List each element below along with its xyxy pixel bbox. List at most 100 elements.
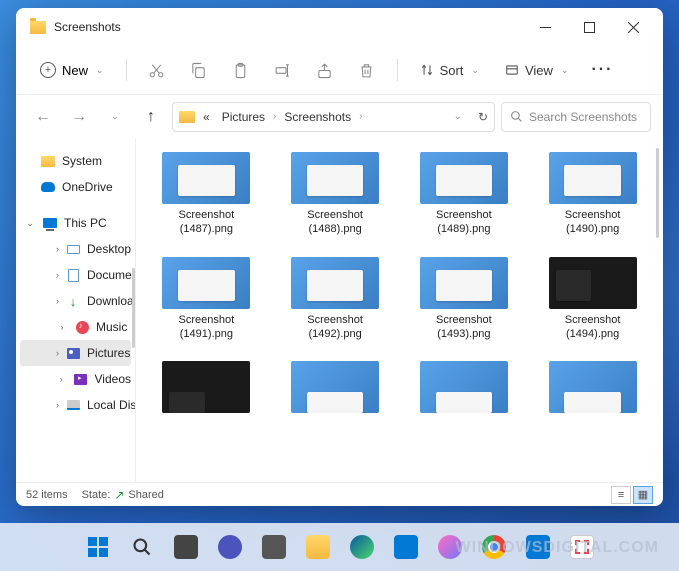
rename-button[interactable] [265, 53, 301, 87]
chevron-right-icon: › [359, 111, 362, 122]
file-explorer-window: Screenshots + New ⌄ Sort ⌄ View ⌄ ··· [16, 8, 663, 506]
file-explorer-app[interactable] [299, 528, 337, 566]
file-name: Screenshot(1493).png [436, 313, 492, 342]
address-row: ← → ⌄ ↑ « Pictures › Screenshots › ⌄ ↻ S… [16, 94, 663, 138]
delete-button[interactable] [349, 53, 385, 87]
file-item[interactable]: Screenshot(1487).png [146, 152, 267, 237]
sidebar-item-local-disk[interactable]: ›Local Disk [16, 392, 135, 418]
recent-button[interactable]: ⌄ [100, 102, 130, 132]
chrome-app[interactable] [475, 528, 513, 566]
thumbnail [420, 361, 508, 413]
breadcrumb-item[interactable]: Pictures [218, 108, 269, 126]
snipping-app[interactable] [563, 528, 601, 566]
folder-icon [179, 111, 195, 123]
maximize-button[interactable] [567, 11, 611, 43]
file-name: Screenshot(1490).png [565, 208, 621, 237]
up-button[interactable]: ↑ [136, 102, 166, 132]
chevron-down-icon: ⌄ [561, 65, 569, 76]
share-button[interactable] [307, 53, 343, 87]
file-item[interactable]: Screenshot(1494).png [532, 257, 653, 342]
search-icon [510, 110, 523, 123]
state-label: State: [82, 489, 111, 501]
chevron-down-icon: ⌄ [471, 65, 479, 76]
file-name: Screenshot(1489).png [436, 208, 492, 237]
sidebar-item-documents[interactable]: ›Documents [16, 262, 135, 288]
address-bar[interactable]: « Pictures › Screenshots › ⌄ ↻ [172, 102, 495, 132]
cut-button[interactable] [139, 53, 175, 87]
status-bar: 52 items State: ↗ Shared ≡ ▦ [16, 482, 663, 506]
file-item[interactable]: Screenshot(1492).png [275, 257, 396, 342]
thumbnail [549, 257, 637, 309]
scrollbar[interactable] [656, 148, 659, 238]
start-button[interactable] [79, 528, 117, 566]
sidebar-item-label: Pictures [87, 346, 130, 360]
edge-app[interactable] [343, 528, 381, 566]
sidebar-item-label: Videos [95, 372, 131, 386]
file-name: Screenshot(1488).png [307, 208, 363, 237]
sidebar-item-this-pc[interactable]: ⌄This PC [16, 210, 135, 236]
sidebar-item-music[interactable]: ›Music [16, 314, 135, 340]
file-item[interactable] [532, 361, 653, 413]
sidebar-item-system[interactable]: System [16, 148, 135, 174]
vid-icon [73, 371, 89, 387]
sidebar: System OneDrive ⌄This PC›Desktop›Documents… [16, 138, 136, 482]
file-item[interactable]: Screenshot(1488).png [275, 152, 396, 237]
view-button[interactable]: View ⌄ [495, 57, 579, 84]
thumbnail [291, 361, 379, 413]
sidebar-item-videos[interactable]: ›Videos [16, 366, 135, 392]
messenger-app[interactable] [431, 528, 469, 566]
pic-icon [65, 345, 81, 361]
sidebar-item-onedrive[interactable]: OneDrive [16, 174, 135, 200]
thumbnail [549, 361, 637, 413]
search-input[interactable]: Search Screenshots [501, 102, 651, 132]
chevron-right-icon: › [56, 400, 59, 410]
chevron-down-icon[interactable]: ⌄ [454, 111, 462, 122]
task-view-button[interactable] [167, 528, 205, 566]
breadcrumb-item[interactable]: Screenshots [280, 108, 355, 126]
onedrive-icon [40, 179, 56, 195]
widgets-button[interactable] [255, 528, 293, 566]
back-button[interactable]: ← [28, 102, 58, 132]
refresh-button[interactable]: ↻ [478, 110, 488, 124]
thumbnail [162, 152, 250, 204]
more-button[interactable]: ··· [584, 53, 620, 87]
sidebar-item-label: This PC [64, 216, 107, 230]
sort-icon [420, 63, 434, 77]
close-button[interactable] [611, 11, 655, 43]
paste-button[interactable] [223, 53, 259, 87]
copy-button[interactable] [181, 53, 217, 87]
item-count: 52 items [26, 489, 68, 501]
mail-app[interactable] [387, 528, 425, 566]
file-item[interactable] [275, 361, 396, 413]
thumbnail [420, 152, 508, 204]
file-item[interactable]: Screenshot(1490).png [532, 152, 653, 237]
view-icon [505, 63, 519, 77]
file-item[interactable] [146, 361, 267, 413]
folder-icon [30, 21, 46, 34]
sidebar-item-desktop[interactable]: ›Desktop [16, 236, 135, 262]
chevron-right-icon: › [56, 270, 59, 280]
file-item[interactable]: Screenshot(1491).png [146, 257, 267, 342]
scrollbar[interactable] [132, 268, 135, 348]
window-title: Screenshots [54, 20, 523, 34]
sidebar-item-downloads[interactable]: ›↓Downloads [16, 288, 135, 314]
file-name: Screenshot(1487).png [179, 208, 235, 237]
search-button[interactable] [123, 528, 161, 566]
file-item[interactable]: Screenshot(1493).png [404, 257, 525, 342]
file-item[interactable] [404, 361, 525, 413]
chevron-down-icon: ⌄ [96, 65, 104, 76]
chevron-right-icon: › [56, 244, 59, 254]
titlebar[interactable]: Screenshots [16, 8, 663, 46]
sort-button[interactable]: Sort ⌄ [410, 57, 489, 84]
details-view-button[interactable]: ≡ [611, 486, 631, 504]
file-item[interactable]: Screenshot(1489).png [404, 152, 525, 237]
forward-button[interactable]: → [64, 102, 94, 132]
store-app[interactable] [519, 528, 557, 566]
sidebar-item-label: OneDrive [62, 180, 113, 194]
sidebar-item-pictures[interactable]: ›Pictures [20, 340, 131, 366]
minimize-button[interactable] [523, 11, 567, 43]
new-button[interactable]: + New ⌄ [30, 56, 114, 84]
chat-app[interactable] [211, 528, 249, 566]
chevron-right-icon: › [56, 322, 68, 332]
thumbnails-view-button[interactable]: ▦ [633, 486, 653, 504]
